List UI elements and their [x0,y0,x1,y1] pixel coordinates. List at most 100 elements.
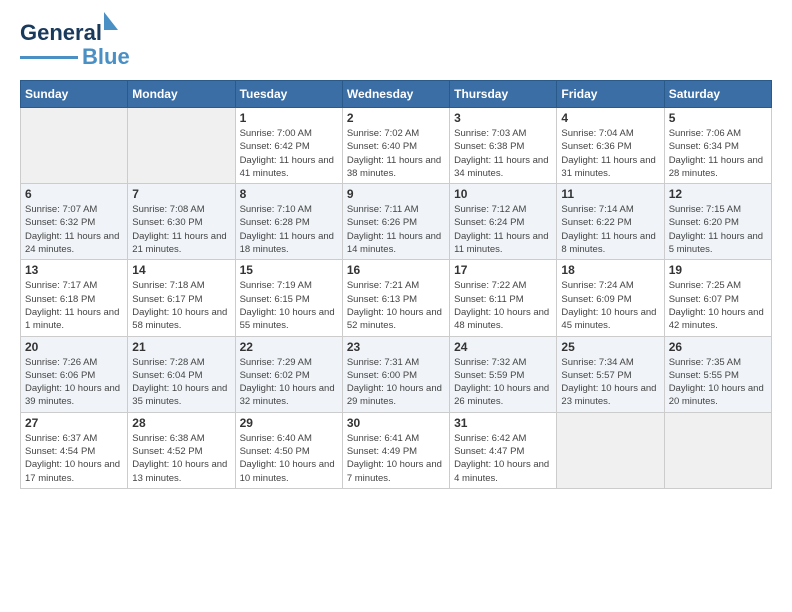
calendar-cell: 9 Sunrise: 7:11 AM Sunset: 6:26 PM Daylig… [342,184,449,260]
day-detail: Sunrise: 7:11 AM Sunset: 6:26 PM Dayligh… [347,203,445,256]
logo-text-general: General [20,20,102,45]
day-number: 31 [454,416,552,430]
calendar-cell: 2 Sunrise: 7:02 AM Sunset: 6:40 PM Daylig… [342,108,449,184]
calendar-cell: 16 Sunrise: 7:21 AM Sunset: 6:13 PM Dayli… [342,260,449,336]
calendar-cell: 12 Sunrise: 7:15 AM Sunset: 6:20 PM Dayli… [664,184,771,260]
logo-line [20,56,78,59]
day-number: 10 [454,187,552,201]
calendar-cell: 15 Sunrise: 7:19 AM Sunset: 6:15 PM Dayli… [235,260,342,336]
day-number: 12 [669,187,767,201]
day-number: 11 [561,187,659,201]
calendar-cell: 21Sunrise: 7:28 AM Sunset: 6:04 PM Dayli… [128,336,235,412]
day-number: 13 [25,263,123,277]
day-number: 21 [132,340,230,354]
calendar-cell: 25 Sunrise: 7:34 AM Sunset: 5:57 PM Dayli… [557,336,664,412]
day-number: 27 [25,416,123,430]
day-number: 26 [669,340,767,354]
calendar-cell: 5Sunrise: 7:06 AM Sunset: 6:34 PM Daylig… [664,108,771,184]
day-number: 3 [454,111,552,125]
day-detail: Sunrise: 6:37 AM Sunset: 4:54 PM Dayligh… [25,432,123,485]
calendar-cell: 13 Sunrise: 7:17 AM Sunset: 6:18 PM Dayli… [21,260,128,336]
col-header-saturday: Saturday [664,81,771,108]
day-number: 16 [347,263,445,277]
day-detail: Sunrise: 7:17 AM Sunset: 6:18 PM Dayligh… [25,279,123,332]
day-detail: Sunrise: 7:34 AM Sunset: 5:57 PM Dayligh… [561,356,659,409]
day-number: 9 [347,187,445,201]
calendar-week-4: 20 Sunrise: 7:26 AM Sunset: 6:06 PM Dayli… [21,336,772,412]
day-number: 7 [132,187,230,201]
day-detail: Sunrise: 7:12 AM Sunset: 6:24 PM Dayligh… [454,203,552,256]
calendar-cell: 10 Sunrise: 7:12 AM Sunset: 6:24 PM Dayli… [450,184,557,260]
day-detail: Sunrise: 7:25 AM Sunset: 6:07 PM Dayligh… [669,279,767,332]
calendar-cell: 17 Sunrise: 7:22 AM Sunset: 6:11 PM Dayli… [450,260,557,336]
day-detail: Sunrise: 7:35 AM Sunset: 5:55 PM Dayligh… [669,356,767,409]
day-detail: Sunrise: 7:15 AM Sunset: 6:20 PM Dayligh… [669,203,767,256]
day-number: 15 [240,263,338,277]
day-number: 29 [240,416,338,430]
day-detail: Sunrise: 7:07 AM Sunset: 6:32 PM Dayligh… [25,203,123,256]
calendar-cell: 20 Sunrise: 7:26 AM Sunset: 6:06 PM Dayli… [21,336,128,412]
day-number: 19 [669,263,767,277]
day-number: 4 [561,111,659,125]
day-detail: Sunrise: 7:08 AM Sunset: 6:30 PM Dayligh… [132,203,230,256]
day-number: 24 [454,340,552,354]
day-detail: Sunrise: 7:00 AM Sunset: 6:42 PM Dayligh… [240,127,338,180]
day-number: 17 [454,263,552,277]
calendar-cell: 22 Sunrise: 7:29 AM Sunset: 6:02 PM Dayli… [235,336,342,412]
logo-triangle-icon [104,12,118,30]
page-header: General Blue [20,20,772,70]
day-detail: Sunrise: 7:21 AM Sunset: 6:13 PM Dayligh… [347,279,445,332]
day-number: 2 [347,111,445,125]
day-number: 18 [561,263,659,277]
calendar-cell: 29 Sunrise: 6:40 AM Sunset: 4:50 PM Dayli… [235,412,342,488]
day-number: 6 [25,187,123,201]
logo: General Blue [20,20,130,70]
calendar-week-5: 27 Sunrise: 6:37 AM Sunset: 4:54 PM Dayli… [21,412,772,488]
day-detail: Sunrise: 7:31 AM Sunset: 6:00 PM Dayligh… [347,356,445,409]
day-number: 5 [669,111,767,125]
calendar-cell: 30 Sunrise: 6:41 AM Sunset: 4:49 PM Dayli… [342,412,449,488]
logo-text-blue: Blue [82,44,130,70]
day-detail: Sunrise: 7:19 AM Sunset: 6:15 PM Dayligh… [240,279,338,332]
day-detail: Sunrise: 6:41 AM Sunset: 4:49 PM Dayligh… [347,432,445,485]
day-detail: Sunrise: 6:42 AM Sunset: 4:47 PM Dayligh… [454,432,552,485]
day-detail: Sunrise: 7:18 AM Sunset: 6:17 PM Dayligh… [132,279,230,332]
calendar-cell: 14Sunrise: 7:18 AM Sunset: 6:17 PM Dayli… [128,260,235,336]
day-number: 30 [347,416,445,430]
day-detail: Sunrise: 7:29 AM Sunset: 6:02 PM Dayligh… [240,356,338,409]
calendar-cell [557,412,664,488]
col-header-friday: Friday [557,81,664,108]
day-detail: Sunrise: 7:26 AM Sunset: 6:06 PM Dayligh… [25,356,123,409]
calendar-cell: 23 Sunrise: 7:31 AM Sunset: 6:00 PM Dayli… [342,336,449,412]
day-number: 20 [25,340,123,354]
col-header-monday: Monday [128,81,235,108]
day-detail: Sunrise: 7:04 AM Sunset: 6:36 PM Dayligh… [561,127,659,180]
col-header-wednesday: Wednesday [342,81,449,108]
day-detail: Sunrise: 6:38 AM Sunset: 4:52 PM Dayligh… [132,432,230,485]
calendar-cell: 3 Sunrise: 7:03 AM Sunset: 6:38 PM Daylig… [450,108,557,184]
calendar-cell [128,108,235,184]
calendar-cell: 24 Sunrise: 7:32 AM Sunset: 5:59 PM Dayli… [450,336,557,412]
calendar-cell: 19 Sunrise: 7:25 AM Sunset: 6:07 PM Dayli… [664,260,771,336]
day-detail: Sunrise: 7:22 AM Sunset: 6:11 PM Dayligh… [454,279,552,332]
day-detail: Sunrise: 7:14 AM Sunset: 6:22 PM Dayligh… [561,203,659,256]
calendar-cell: 26 Sunrise: 7:35 AM Sunset: 5:55 PM Dayli… [664,336,771,412]
day-number: 23 [347,340,445,354]
day-detail: Sunrise: 7:02 AM Sunset: 6:40 PM Dayligh… [347,127,445,180]
day-number: 25 [561,340,659,354]
day-detail: Sunrise: 7:03 AM Sunset: 6:38 PM Dayligh… [454,127,552,180]
day-detail: Sunrise: 7:32 AM Sunset: 5:59 PM Dayligh… [454,356,552,409]
col-header-thursday: Thursday [450,81,557,108]
day-number: 8 [240,187,338,201]
calendar-cell: 28Sunrise: 6:38 AM Sunset: 4:52 PM Dayli… [128,412,235,488]
calendar-cell: 27 Sunrise: 6:37 AM Sunset: 4:54 PM Dayli… [21,412,128,488]
calendar-header-row: SundayMondayTuesdayWednesdayThursdayFrid… [21,81,772,108]
day-number: 22 [240,340,338,354]
day-detail: Sunrise: 6:40 AM Sunset: 4:50 PM Dayligh… [240,432,338,485]
calendar-cell: 11 Sunrise: 7:14 AM Sunset: 6:22 PM Dayli… [557,184,664,260]
col-header-tuesday: Tuesday [235,81,342,108]
calendar-cell: 31 Sunrise: 6:42 AM Sunset: 4:47 PM Dayli… [450,412,557,488]
calendar-week-1: 1Sunrise: 7:00 AM Sunset: 6:42 PM Daylig… [21,108,772,184]
calendar-cell: 8Sunrise: 7:10 AM Sunset: 6:28 PM Daylig… [235,184,342,260]
calendar-cell: 6 Sunrise: 7:07 AM Sunset: 6:32 PM Daylig… [21,184,128,260]
